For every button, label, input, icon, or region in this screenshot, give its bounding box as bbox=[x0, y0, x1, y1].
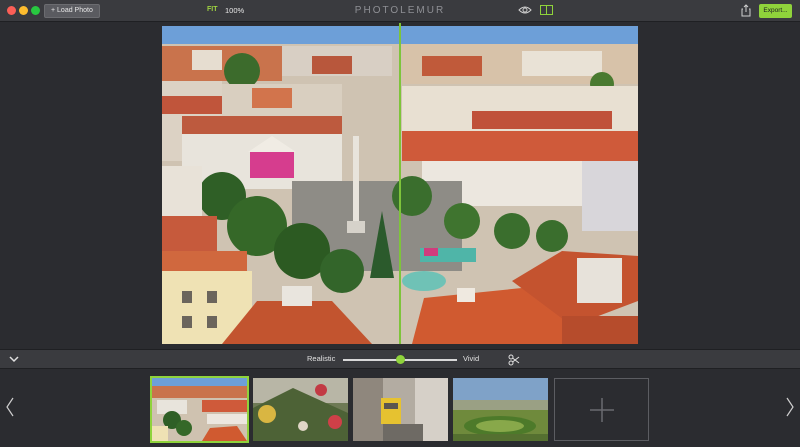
vivid-label: Vivid bbox=[463, 354, 480, 363]
app-window: + Load Photo FIT 100% PHOTOLEMUR Export.… bbox=[0, 0, 800, 447]
zoom-window-button[interactable] bbox=[31, 6, 40, 15]
comparison-divider-handle[interactable] bbox=[399, 23, 401, 344]
intensity-slider-knob[interactable] bbox=[396, 355, 405, 364]
app-title-container: PHOTOLEMUR bbox=[0, 5, 800, 16]
thumbnail-tram[interactable] bbox=[353, 378, 448, 441]
title-bar: + Load Photo FIT 100% PHOTOLEMUR Export.… bbox=[0, 0, 800, 22]
chevron-right-icon[interactable] bbox=[786, 397, 795, 417]
realistic-label: Realistic bbox=[307, 354, 336, 363]
scissors-icon[interactable] bbox=[508, 354, 520, 366]
chevron-down-icon[interactable] bbox=[9, 355, 19, 363]
eye-icon[interactable] bbox=[518, 5, 532, 15]
fit-button[interactable]: FIT bbox=[207, 6, 218, 13]
plus-icon bbox=[590, 398, 614, 422]
add-photo-button[interactable] bbox=[554, 378, 649, 441]
zoom-level[interactable]: 100% bbox=[225, 6, 244, 15]
chevron-left-icon[interactable] bbox=[5, 397, 14, 417]
split-view-icon[interactable] bbox=[540, 5, 553, 15]
minimize-window-button[interactable] bbox=[19, 6, 28, 15]
share-icon[interactable] bbox=[741, 4, 751, 17]
filmstrip bbox=[0, 370, 800, 447]
export-button[interactable]: Export... bbox=[759, 4, 792, 18]
thumbnail-ornaments[interactable] bbox=[253, 378, 348, 441]
close-window-button[interactable] bbox=[7, 6, 16, 15]
app-title: PHOTOLEMUR bbox=[354, 5, 446, 16]
thumbnail-park[interactable] bbox=[453, 378, 548, 441]
adjustment-bar: Realistic Vivid bbox=[0, 349, 800, 369]
thumbnail-city[interactable] bbox=[150, 376, 249, 443]
load-photo-button[interactable]: + Load Photo bbox=[44, 4, 100, 18]
